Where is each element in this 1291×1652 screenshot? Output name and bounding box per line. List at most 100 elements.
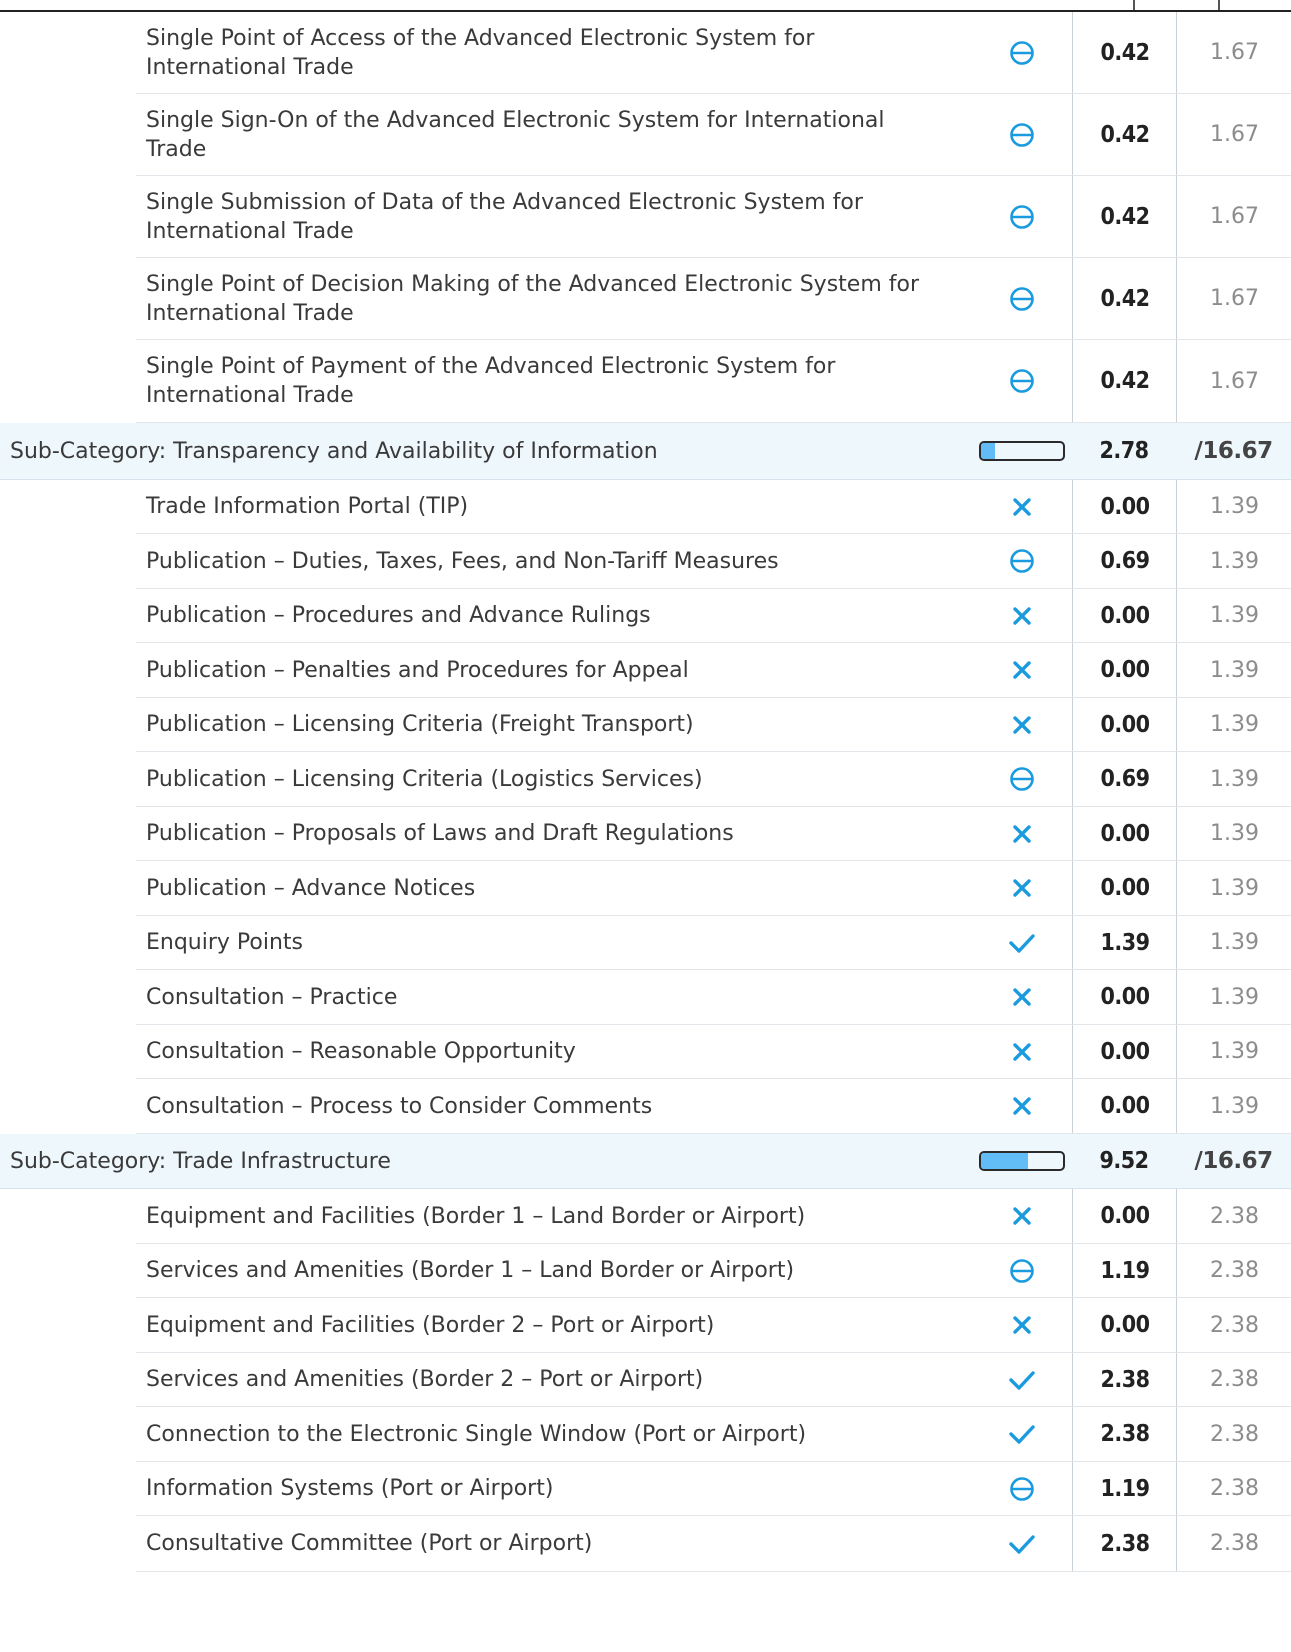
max-score-value: 1.39 — [1210, 821, 1259, 846]
indicator-label: Publication – Penalties and Procedures f… — [146, 657, 689, 683]
cross-icon — [1010, 1094, 1034, 1118]
max-score-value: 1.39 — [1210, 494, 1259, 519]
status-cell — [972, 752, 1072, 806]
score-cell: 0.00 — [1072, 807, 1177, 860]
partial-circle-icon — [1009, 1476, 1035, 1502]
max-score-value: 1.67 — [1210, 286, 1259, 311]
partial-circle-icon — [1009, 204, 1035, 230]
status-cell — [972, 534, 1072, 588]
progress-fill — [981, 1153, 1028, 1169]
indicator-row: Trade Information Portal (TIP) 0.00 1.39 — [136, 480, 1291, 534]
max-score-value: 1.39 — [1210, 984, 1259, 1010]
max-score-value: 1.39 — [1210, 657, 1259, 683]
max-score-value: 2.38 — [1210, 1476, 1259, 1501]
cross-icon — [1010, 822, 1034, 846]
indicator-label: Consultation – Reasonable Opportunity — [146, 1039, 576, 1064]
max-score-cell: /16.67 — [1176, 423, 1291, 479]
status-cell — [972, 12, 1072, 93]
indicator-label: Single Point of Payment of the Advanced … — [146, 354, 836, 408]
score-value: 0.00 — [1100, 820, 1150, 847]
indicator-row: Services and Amenities (Border 2 – Port … — [136, 1353, 1291, 1407]
subcategory-label: Sub-Category: Trade Infrastructure — [10, 1148, 391, 1174]
status-cell — [972, 176, 1072, 257]
max-score-cell: 2.38 — [1176, 1462, 1291, 1515]
indicator-row: Consultation – Practice 0.00 1.39 — [136, 970, 1291, 1025]
score-value: 1.19 — [1100, 1475, 1150, 1502]
score-value: 2.38 — [1100, 1366, 1150, 1393]
indicator-label: Single Submission of Data of the Advance… — [146, 189, 863, 244]
score-cell: 0.00 — [1072, 1298, 1177, 1352]
score-value: 2.78 — [1099, 438, 1149, 464]
score-value: 0.00 — [1100, 711, 1150, 738]
indicator-label: Consultation – Practice — [146, 984, 398, 1010]
indicator-label: Single Point of Decision Making of the A… — [146, 271, 919, 326]
progress-cell — [972, 1134, 1072, 1188]
score-value: 0.00 — [1100, 1038, 1150, 1065]
score-value: 0.69 — [1100, 548, 1150, 574]
max-score-cell: 1.67 — [1176, 176, 1291, 257]
max-score-value: 1.39 — [1210, 1093, 1259, 1119]
score-value: 1.19 — [1100, 1257, 1150, 1284]
indicator-label: Single Sign-On of the Advanced Electroni… — [146, 107, 885, 162]
status-cell — [972, 258, 1072, 339]
cross-icon — [1010, 876, 1034, 900]
score-value: 2.38 — [1100, 1421, 1150, 1447]
max-score-cell: 1.39 — [1176, 752, 1291, 806]
score-cell: 0.00 — [1072, 1079, 1177, 1133]
status-cell — [972, 1244, 1072, 1297]
score-value: 2.38 — [1100, 1530, 1150, 1557]
max-score-value: /16.67 — [1194, 438, 1273, 464]
max-score-cell: 1.39 — [1176, 1025, 1291, 1078]
max-score-cell: 1.39 — [1176, 916, 1291, 969]
max-score-cell: 1.39 — [1176, 480, 1291, 533]
score-value: 0.42 — [1100, 39, 1150, 66]
max-score-cell: 1.39 — [1176, 970, 1291, 1024]
indicator-row: Equipment and Facilities (Border 1 – Lan… — [136, 1189, 1291, 1244]
score-cell: 2.38 — [1072, 1516, 1177, 1571]
max-score-cell: 1.39 — [1176, 698, 1291, 751]
max-score-value: 1.67 — [1210, 368, 1259, 394]
table-top-border — [0, 0, 1291, 12]
score-value: 0.00 — [1100, 657, 1150, 683]
indicator-row: Publication – Advance Notices 0.00 1.39 — [136, 861, 1291, 916]
max-score-value: 2.38 — [1210, 1203, 1259, 1229]
indicator-label: Publication – Procedures and Advance Rul… — [146, 603, 651, 628]
max-score-value: 1.67 — [1210, 204, 1259, 229]
cross-icon — [1010, 1313, 1034, 1337]
max-score-cell: 2.38 — [1176, 1244, 1291, 1297]
max-score-cell: 1.67 — [1176, 340, 1291, 422]
subcategory-label: Sub-Category: Transparency and Availabil… — [10, 438, 658, 464]
indicator-row: Services and Amenities (Border 1 – Land … — [136, 1244, 1291, 1298]
indicator-row: Single Point of Decision Making of the A… — [136, 258, 1291, 340]
score-value: 0.00 — [1100, 493, 1150, 520]
max-score-cell: 1.39 — [1176, 807, 1291, 860]
cross-icon — [1010, 1204, 1034, 1228]
score-cell: 0.42 — [1072, 340, 1177, 422]
max-score-value: 1.39 — [1210, 548, 1259, 574]
max-score-cell: 1.67 — [1176, 94, 1291, 175]
score-cell: 0.42 — [1072, 12, 1177, 93]
max-score-value: 1.39 — [1210, 766, 1259, 792]
check-icon — [1008, 1532, 1036, 1556]
indicator-row: Consultation – Process to Consider Comme… — [136, 1079, 1291, 1134]
max-score-cell: 1.39 — [1176, 534, 1291, 588]
max-score-value: /16.67 — [1194, 1148, 1273, 1174]
indicator-row: Single Submission of Data of the Advance… — [136, 176, 1291, 258]
score-cell: 0.00 — [1072, 480, 1177, 533]
indicator-label: Consultation – Process to Consider Comme… — [146, 1093, 653, 1119]
score-value: 1.39 — [1100, 929, 1150, 956]
partial-circle-icon — [1009, 286, 1035, 312]
score-cell: 0.00 — [1072, 970, 1177, 1024]
indicator-label: Consultative Committee (Port or Airport) — [146, 1531, 593, 1556]
score-cell: 2.78 — [1072, 423, 1176, 479]
status-cell — [972, 916, 1072, 969]
indicator-row: Information Systems (Port or Airport) 1.1… — [136, 1462, 1291, 1516]
cross-icon — [1010, 985, 1034, 1009]
subcategory-row: Sub-Category: Trade Infrastructure 9.52/1… — [0, 1134, 1291, 1189]
score-cell: 1.19 — [1072, 1462, 1177, 1515]
score-cell: 0.00 — [1072, 698, 1177, 751]
status-cell — [972, 1189, 1072, 1243]
max-score-value: 2.38 — [1210, 1367, 1259, 1392]
max-score-value: 1.67 — [1210, 122, 1259, 147]
status-cell — [972, 1025, 1072, 1078]
